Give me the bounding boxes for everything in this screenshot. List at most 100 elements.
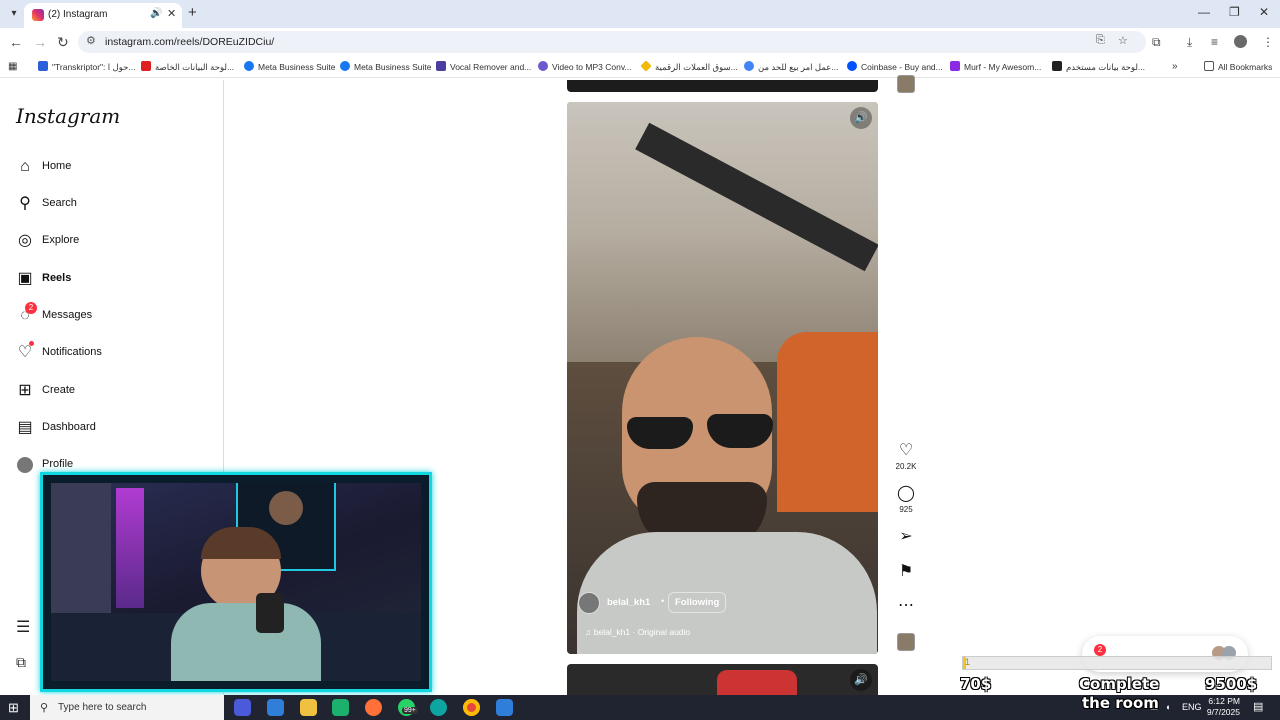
orange-seat-image [777,332,878,512]
nav-reels[interactable]: ▣ Reels [15,267,205,291]
app-icon[interactable] [496,699,513,716]
install-app-icon[interactable]: ⎘ [1096,34,1105,47]
previous-reel-audio-thumbnail[interactable] [897,75,915,93]
more-bookmarks-icon[interactable]: » [1172,61,1178,72]
nav-dashboard[interactable]: ▤ Dashboard [15,416,205,440]
bookmark-item[interactable]: Video to MP3 Conv... [538,61,632,72]
bookmark-label: Coinbase - Buy and... [861,62,943,72]
bookmark-favicon-icon [950,61,960,71]
author-username[interactable]: belal_kh1 [607,597,650,608]
reel-audio-thumbnail[interactable] [897,633,915,651]
volume-icon[interactable]: ◖ [1165,702,1170,712]
nav-notifications[interactable]: ♡ Notifications [15,341,205,365]
browser-tab[interactable]: (2) Instagram 🔊 ✕ [24,3,182,28]
taskbar-search[interactable]: ⚲ Type here to search [30,695,224,720]
heart-icon: ♡ [17,344,33,361]
speaker-icon[interactable]: 🔊 [850,107,872,129]
bookmark-item[interactable]: Murf - My Awesom... [950,61,1041,72]
address-bar[interactable]: ⚙ instagram.com/reels/DOREuZIDCiu/ ⎘ ☆ [78,31,1146,53]
reading-list-icon[interactable]: ≡ [1211,35,1218,49]
nav-label: Notifications [42,346,102,358]
bookmark-label: Meta Business Suite [354,62,432,72]
bookmark-item[interactable]: Vocal Remover and... [436,61,531,72]
file-explorer-icon[interactable] [300,699,317,716]
firefox-icon[interactable] [365,699,382,716]
next-reel[interactable]: 🔊 [567,664,878,695]
webcam-feed-image [51,483,421,681]
all-bookmarks-label: All Bookmarks [1218,62,1273,72]
reload-button[interactable]: ↻ [57,34,69,51]
like-button[interactable]: ♡ 20.2K [895,442,917,471]
stream-donation-overlay: 2 1 70$ Complete 9500$ [958,632,1280,695]
back-button[interactable]: ← [9,34,23,50]
bookmark-label: سوق العملات الرقمية... [655,62,738,72]
browser-menu-icon[interactable]: ⋮ [1262,35,1274,49]
chrome-icon[interactable] [463,699,480,716]
bookmark-label: Murf - My Awesom... [964,62,1042,72]
more-menu-icon[interactable]: ☰ [16,617,30,637]
bookmark-item[interactable]: Meta Business Suite [340,61,431,72]
bookmark-item[interactable]: Meta Business Suite [244,61,335,72]
goal-max-amount: 9500$ [1205,675,1258,693]
bookmark-item[interactable]: لوحة البيانات الخاصة... [141,61,234,73]
url-text: instagram.com/reels/DOREuZIDCiu/ [105,36,275,48]
bookmark-item[interactable]: لوحة بيانات مستخدم... [1052,61,1145,73]
progress-text: 1 [965,657,971,667]
nav-explore[interactable]: ◎ Explore [15,229,205,253]
following-button[interactable]: Following [668,592,727,613]
comment-button[interactable]: ◯ 925 [895,485,917,514]
reel-audio[interactable]: ♫ belal_kh1 · Original audio [585,627,690,637]
instagram-logo[interactable]: Instagram [16,104,120,128]
sunglasses-left-image [627,417,693,449]
forward-button[interactable]: → [33,34,47,50]
nav-create[interactable]: ⊞ Create [15,379,205,403]
also-from-meta-icon[interactable]: ⧉ [16,654,26,671]
goal-label-line2: the room [1082,694,1159,712]
bookmark-item[interactable]: عمل امر بيع للحد من... [744,61,838,73]
sunglasses-right-image [707,414,773,448]
goal-min-amount: 70$ [960,675,992,693]
nav-messages[interactable]: ◌ 2 Messages [15,302,205,328]
speaker-icon[interactable]: 🔊 [850,669,872,691]
meta-favicon-icon [340,61,350,71]
app-icon[interactable] [332,699,349,716]
extensions-icon[interactable]: ⧉ [1152,35,1161,50]
restore-button[interactable]: ❐ [1229,5,1240,19]
system-clock[interactable]: 6:12 PM 9/7/2025 [1200,696,1240,718]
windows-start-icon[interactable]: ⊞ [8,700,19,716]
all-bookmarks-button[interactable]: All Bookmarks [1204,61,1272,72]
bookmark-item[interactable]: "Transkriptor": حول ا... [38,61,135,73]
bookmark-icon: ⚑ [898,563,914,580]
downloads-icon[interactable]: ⤓ [1187,35,1192,50]
telegram-icon[interactable] [267,699,284,716]
save-button[interactable]: ⚑ [895,563,917,581]
goal-progress-bar: 1 [962,656,1272,670]
clock-time: 6:12 PM [1208,696,1240,706]
more-options-button[interactable]: ⋯ [895,597,917,615]
tab-search-button[interactable]: ▾ [6,6,22,22]
audio-label: belal_kh1 · Original audio [593,627,691,637]
site-info-icon[interactable]: ⚙ [86,34,96,47]
previous-reel[interactable] [567,80,878,92]
bookmark-star-icon[interactable]: ☆ [1118,34,1128,47]
author-avatar[interactable] [578,592,600,614]
reel-video[interactable]: 🔊 belal_kh1 • Following ♫ belal_kh1 · Or… [567,102,878,654]
bookmark-label: Meta Business Suite [258,62,336,72]
nav-search[interactable]: ⚲ Search [15,192,205,216]
tab-audio-icon[interactable]: 🔊 [150,8,162,19]
edge-icon[interactable] [430,699,447,716]
bookmark-item[interactable]: Coinbase - Buy and... [847,61,943,72]
apps-grid-icon[interactable]: ▦ [8,61,17,72]
tab-close-icon[interactable]: ✕ [167,7,176,20]
share-button[interactable]: ➢ [895,528,917,546]
app-icon[interactable] [234,699,251,716]
close-window-button[interactable]: ✕ [1259,5,1269,19]
profile-avatar[interactable] [1234,35,1247,48]
language-indicator[interactable]: ENG [1182,702,1202,712]
minimize-button[interactable]: — [1198,5,1210,19]
nav-home[interactable]: ⌂ Home [15,155,205,179]
clock-date: 9/7/2025 [1206,707,1240,717]
notification-center-icon[interactable]: ▤ [1253,700,1263,713]
new-tab-button[interactable]: + [188,4,197,21]
bookmark-item[interactable]: سوق العملات الرقمية... [640,60,738,73]
